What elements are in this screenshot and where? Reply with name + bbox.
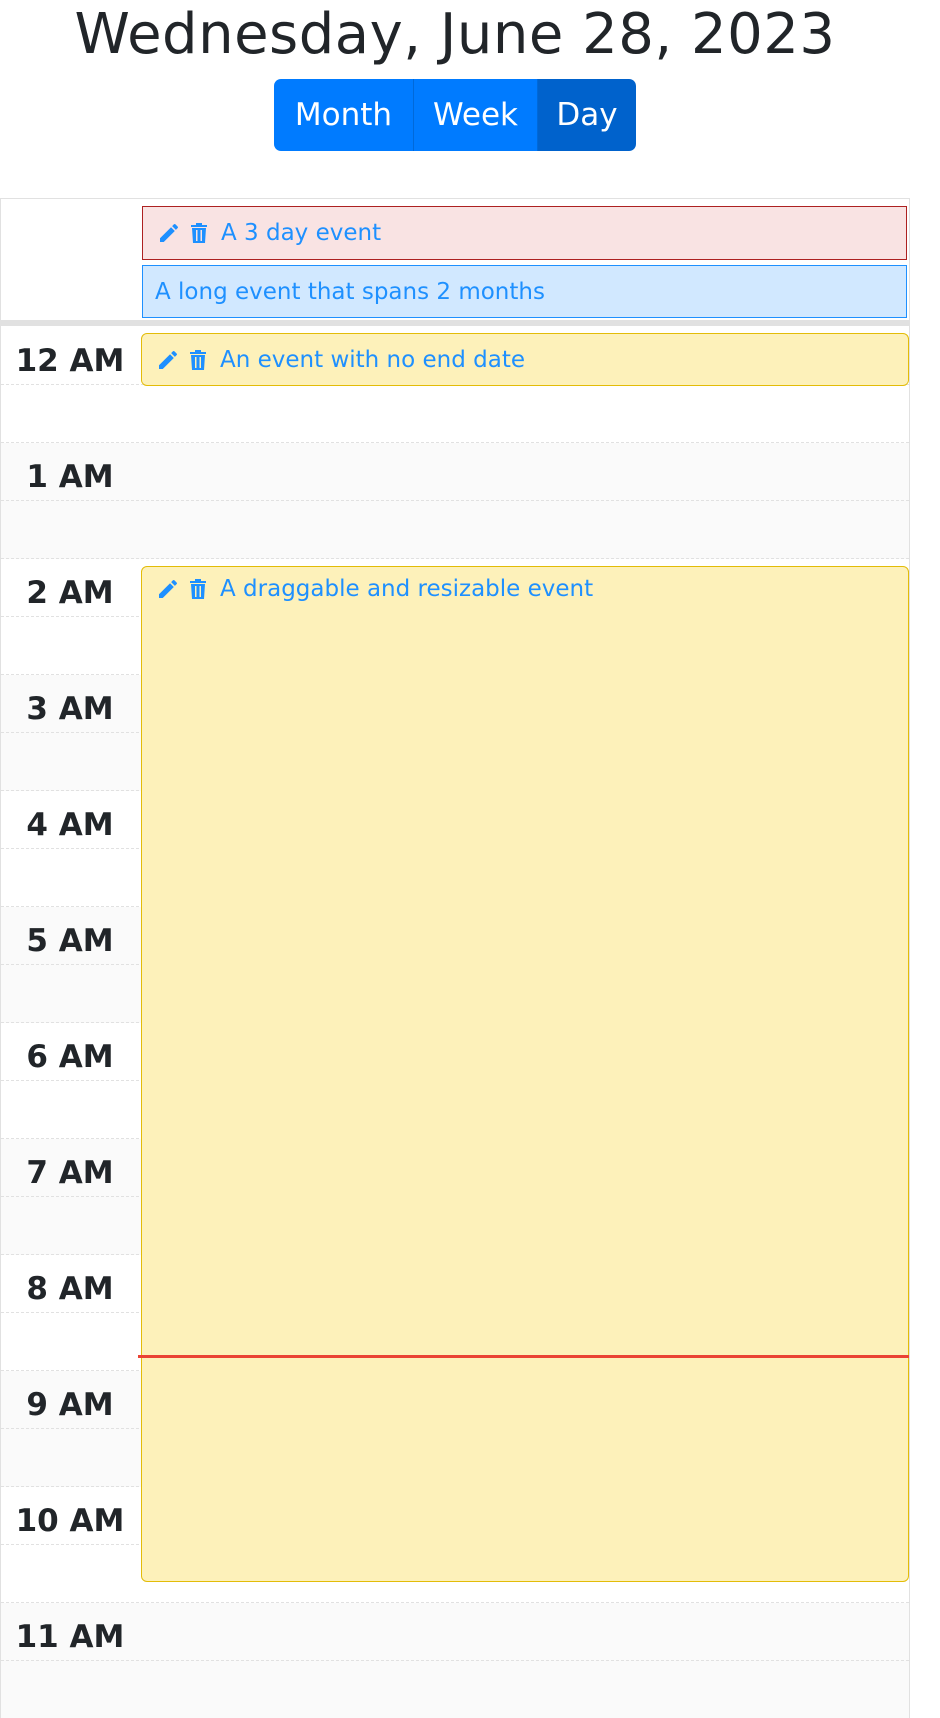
hour-label: 5 AM	[26, 923, 114, 959]
event-3-day[interactable]: A 3 day event	[142, 206, 907, 260]
week-view-button[interactable]: Week	[414, 79, 538, 151]
hour-label: 11 AM	[15, 1619, 125, 1655]
hour-label: 8 AM	[26, 1271, 114, 1307]
hour-label: 4 AM	[26, 807, 114, 843]
pencil-icon[interactable]	[155, 219, 183, 247]
hour-row[interactable]: 1 AM	[1, 443, 909, 559]
event-long-2-months[interactable]: A long event that spans 2 months	[142, 265, 907, 318]
hour-label: 7 AM	[26, 1155, 114, 1191]
hour-label: 2 AM	[26, 575, 114, 611]
hour-row[interactable]: 11 AM	[1, 1603, 909, 1718]
day-view-button[interactable]: Day	[538, 79, 636, 151]
event-draggable-resizable[interactable]: A draggable and resizable event	[141, 566, 909, 1582]
trash-icon[interactable]	[184, 346, 212, 374]
event-title: An event with no end date	[220, 346, 526, 373]
event-title: A 3 day event	[221, 220, 382, 246]
hour-label: 3 AM	[26, 691, 114, 727]
pencil-icon[interactable]	[154, 575, 182, 603]
trash-icon[interactable]	[184, 575, 212, 603]
hour-label: 9 AM	[26, 1387, 114, 1423]
event-title: A long event that spans 2 months	[155, 278, 545, 305]
current-time-marker	[138, 1355, 909, 1358]
month-view-button[interactable]: Month	[274, 79, 414, 151]
hour-label: 12 AM	[15, 343, 125, 379]
day-view-calendar: 12 AM 1 AM 2 AM 3 AM 4 AM 5 AM 6 AM 7 AM…	[0, 198, 910, 1718]
hour-label: 10 AM	[15, 1503, 125, 1539]
hour-label: 6 AM	[26, 1039, 114, 1075]
event-no-end-date[interactable]: An event with no end date	[141, 333, 909, 386]
pencil-icon[interactable]	[154, 346, 182, 374]
page-title: Wednesday, June 28, 2023	[74, 2, 836, 67]
view-switcher: Month Week Day	[274, 79, 636, 151]
event-title: A draggable and resizable event	[220, 576, 594, 602]
trash-icon[interactable]	[185, 219, 213, 247]
hour-label: 1 AM	[26, 459, 114, 495]
